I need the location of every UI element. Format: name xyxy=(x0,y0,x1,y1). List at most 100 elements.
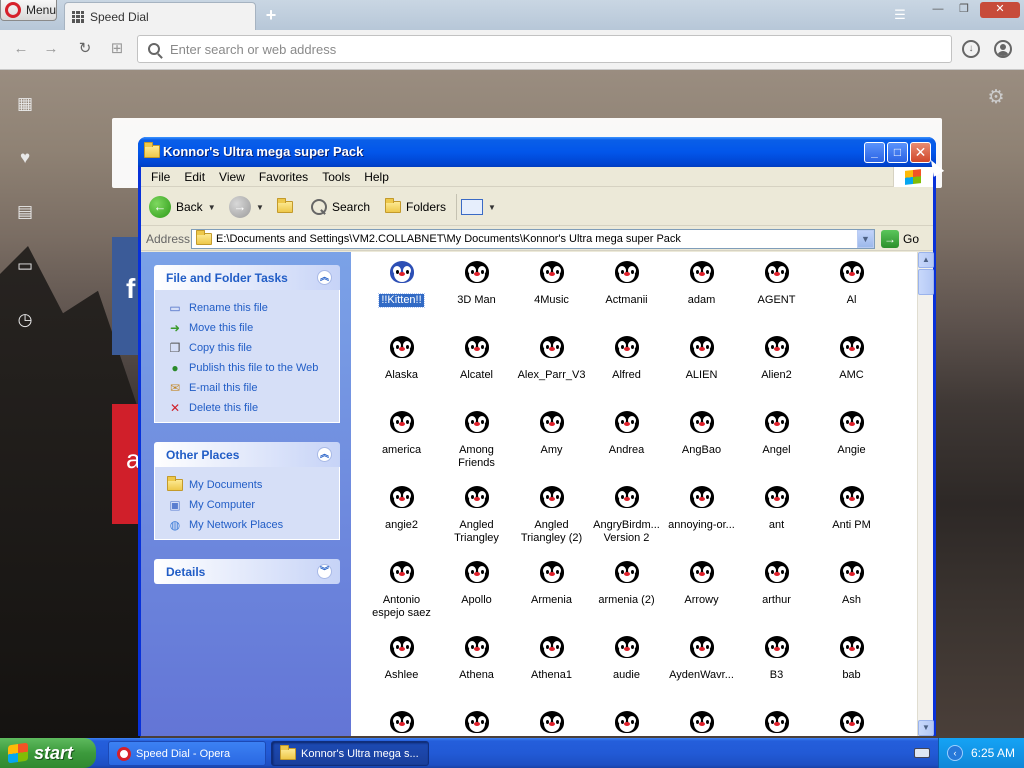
heart-icon[interactable]: ♥ xyxy=(14,148,36,168)
chevron-down-icon[interactable]: ▼ xyxy=(256,203,264,212)
menu-help[interactable]: Help xyxy=(364,170,389,184)
scroll-thumb[interactable] xyxy=(918,269,934,295)
speed-dial-icon[interactable]: ▦ xyxy=(14,94,36,114)
browser-close-button[interactable]: ✕ xyxy=(980,2,1020,18)
file-item[interactable]: Athena1 xyxy=(514,631,589,706)
taskbar-item-explorer[interactable]: Konnor's Ultra mega s... xyxy=(271,741,429,766)
menu-view[interactable]: View xyxy=(219,170,245,184)
file-item[interactable]: !!Kitten!! xyxy=(364,256,439,331)
forward-button[interactable]: → ▼ xyxy=(229,195,264,219)
tray-expand-icon[interactable]: ‹ xyxy=(947,745,963,761)
task-copy-file[interactable]: ❐ Copy this file xyxy=(167,338,327,358)
speed-dial-grid-icon[interactable]: ⊞ xyxy=(108,40,126,58)
file-item[interactable]: Angled Triangley (2) xyxy=(514,481,589,556)
file-item[interactable]: Antonio espejo saez xyxy=(364,556,439,631)
file-item[interactable]: Angled Triangley xyxy=(439,481,514,556)
go-button[interactable]: → Go xyxy=(881,230,919,248)
browser-minimize-button[interactable]: — xyxy=(928,2,948,18)
file-item[interactable]: Alaska xyxy=(364,331,439,406)
download-icon[interactable]: ↓ xyxy=(962,40,980,58)
tab-speed-dial[interactable]: Speed Dial xyxy=(64,2,256,30)
file-item[interactable]: Al xyxy=(814,256,889,331)
file-item[interactable]: Arrowy xyxy=(664,556,739,631)
file-item[interactable]: Armenia xyxy=(514,556,589,631)
address-input[interactable] xyxy=(170,41,930,57)
vertical-scrollbar[interactable]: ▲ ▼ xyxy=(917,252,934,736)
file-item[interactable]: arthur xyxy=(739,556,814,631)
place-my-documents[interactable]: My Documents xyxy=(167,475,327,495)
expand-icon[interactable]: ︾ xyxy=(317,564,332,579)
address-field[interactable] xyxy=(137,35,952,63)
other-places-header[interactable]: Other Places ︽ xyxy=(154,442,340,467)
file-item[interactable]: Alien2 xyxy=(739,331,814,406)
file-item[interactable]: Alcatel xyxy=(439,331,514,406)
keyboard-icon[interactable] xyxy=(914,748,930,758)
reload-icon[interactable]: ↻ xyxy=(76,40,94,58)
file-item[interactable] xyxy=(514,706,589,736)
file-item[interactable]: Among Friends xyxy=(439,406,514,481)
chevron-down-icon[interactable]: ▼ xyxy=(208,203,216,212)
file-item[interactable]: AydenWavr... xyxy=(664,631,739,706)
file-item[interactable]: Alfred xyxy=(589,331,664,406)
file-item[interactable]: Ashlee xyxy=(364,631,439,706)
back-icon[interactable]: ← xyxy=(12,40,30,58)
file-item[interactable] xyxy=(364,706,439,736)
place-my-network[interactable]: ◍ My Network Places xyxy=(167,515,327,535)
file-item[interactable]: bab xyxy=(814,631,889,706)
file-item[interactable]: annoying-or... xyxy=(664,481,739,556)
forward-icon[interactable]: → xyxy=(42,40,60,58)
file-item[interactable]: Angel xyxy=(739,406,814,481)
chevron-down-icon[interactable]: ▼ xyxy=(488,203,496,212)
menu-edit[interactable]: Edit xyxy=(184,170,205,184)
views-button[interactable]: ▼ xyxy=(461,195,496,219)
file-item[interactable] xyxy=(739,706,814,736)
file-item[interactable]: america xyxy=(364,406,439,481)
up-folder-button[interactable] xyxy=(277,195,293,219)
scroll-up-button[interactable]: ▲ xyxy=(918,252,934,268)
file-item[interactable]: Anti PM xyxy=(814,481,889,556)
folders-button[interactable]: Folders xyxy=(385,195,446,219)
task-rename-file[interactable]: ▭ Rename this file xyxy=(167,298,327,318)
devices-icon[interactable]: ▭ xyxy=(14,256,36,276)
file-folder-tasks-header[interactable]: File and Folder Tasks ︽ xyxy=(154,265,340,290)
file-item[interactable]: Ash xyxy=(814,556,889,631)
place-my-computer[interactable]: ▣ My Computer xyxy=(167,495,327,515)
minimize-button[interactable]: _ xyxy=(864,142,885,163)
tab-menu-icon[interactable]: ☰ xyxy=(892,8,908,22)
file-item[interactable]: ant xyxy=(739,481,814,556)
back-button[interactable]: ← Back ▼ xyxy=(149,195,216,219)
explorer-title-bar[interactable]: Konnor's Ultra mega super Pack _ □ ✕ xyxy=(138,137,936,167)
new-tab-button[interactable]: + xyxy=(262,6,280,24)
file-item[interactable]: Alex_Parr_V3 xyxy=(514,331,589,406)
collapse-icon[interactable]: ︽ xyxy=(317,270,332,285)
gear-icon[interactable]: ⚙ xyxy=(986,88,1006,108)
file-item[interactable]: AngryBirdm... Version 2 xyxy=(589,481,664,556)
search-button[interactable]: Search xyxy=(311,195,370,219)
task-move-file[interactable]: ➜ Move this file xyxy=(167,318,327,338)
task-publish-web[interactable]: ● Publish this file to the Web xyxy=(167,358,327,378)
file-item[interactable]: B3 xyxy=(739,631,814,706)
file-item[interactable]: Actmanii xyxy=(589,256,664,331)
address-dropdown-button[interactable]: ▼ xyxy=(857,230,874,248)
menu-file[interactable]: File xyxy=(151,170,170,184)
news-icon[interactable]: ▤ xyxy=(14,202,36,222)
collapse-icon[interactable]: ︽ xyxy=(317,447,332,462)
file-item[interactable]: angie2 xyxy=(364,481,439,556)
start-button[interactable]: start xyxy=(0,738,96,768)
close-button[interactable]: ✕ xyxy=(910,142,931,163)
file-item[interactable]: audie xyxy=(589,631,664,706)
clock[interactable]: 6:25 AM xyxy=(971,746,1015,760)
file-item[interactable]: Angie xyxy=(814,406,889,481)
file-item[interactable]: Andrea xyxy=(589,406,664,481)
file-item[interactable] xyxy=(439,706,514,736)
browser-maximize-button[interactable]: ❐ xyxy=(954,2,974,18)
file-item[interactable]: 4Music xyxy=(514,256,589,331)
details-header[interactable]: Details ︾ xyxy=(154,559,340,584)
file-item[interactable]: Apollo xyxy=(439,556,514,631)
task-delete-file[interactable]: ✕ Delete this file xyxy=(167,398,327,418)
file-item[interactable] xyxy=(814,706,889,736)
scroll-down-button[interactable]: ▼ xyxy=(918,720,934,736)
history-icon[interactable]: ◷ xyxy=(14,310,36,330)
task-email-file[interactable]: ✉ E-mail this file xyxy=(167,378,327,398)
taskbar-item-opera[interactable]: Speed Dial - Opera xyxy=(108,741,266,766)
